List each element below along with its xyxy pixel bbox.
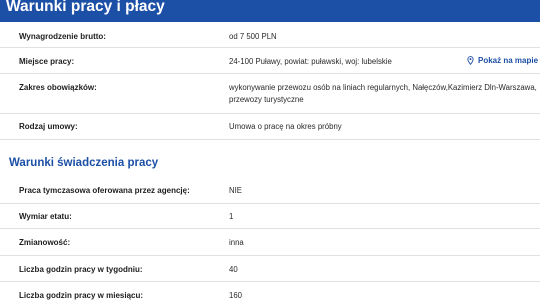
section-header-bar: Warunki pracy i płacy — [0, 0, 540, 22]
row-contract: Rodzaj umowy: Umowa o pracę na okres pró… — [0, 114, 540, 140]
show-on-map-label: Pokaż na mapie — [478, 56, 539, 65]
map-pin-icon — [467, 56, 474, 65]
duties-label: Zakres obowiązków: — [19, 83, 97, 92]
row-temporary-work: Praca tymczasowa oferowana przez agencję… — [0, 177, 540, 204]
duties-value-line1: wykonywanie przewozu osób na liniach reg… — [229, 83, 537, 92]
contract-value: Umowa o pracę na okres próbny — [229, 122, 342, 131]
monthly-hours-label: Liczba godzin pracy w miesiącu: — [19, 291, 144, 300]
row-salary: Wynagrodzenie brutto: od 7 500 PLN — [0, 26, 540, 48]
row-duties: Zakres obowiązków: wykonywanie przewozu … — [0, 74, 540, 114]
monthly-hours-value: 160 — [229, 291, 243, 300]
row-location: Miejsce pracy: 24-100 Puławy, powiat: pu… — [0, 48, 540, 74]
shift-label: Zmianowość: — [19, 238, 71, 247]
row-shift: Zmianowość: inna — [0, 229, 540, 256]
salary-value: od 7 500 PLN — [229, 32, 277, 41]
weekly-hours-label: Liczba godzin pracy w tygodniu: — [19, 265, 143, 274]
duties-value-line2: przewozy turystyczne — [229, 95, 304, 104]
row-weekly-hours: Liczba godzin pracy w tygodniu: 40 — [0, 256, 540, 282]
temporary-work-label: Praca tymczasowa oferowana przez agencję… — [19, 186, 190, 195]
salary-label: Wynagrodzenie brutto: — [19, 32, 106, 41]
weekly-hours-value: 40 — [229, 265, 238, 274]
row-fte: Wymiar etatu: 1 — [0, 204, 540, 229]
location-label: Miejsce pracy: — [19, 57, 75, 66]
fte-value: 1 — [229, 212, 234, 221]
row-monthly-hours: Liczba godzin pracy w miesiącu: 160 — [0, 282, 540, 306]
section-title-work-conditions: Warunki pracy i płacy — [6, 0, 165, 15]
location-value: 24-100 Puławy, powiat: puławski, woj: lu… — [229, 57, 392, 66]
shift-value: inna — [229, 238, 244, 247]
temporary-work-value: NIE — [229, 186, 242, 195]
section-title-employment-conditions: Warunki świadczenia pracy — [9, 157, 159, 169]
show-on-map-link[interactable]: Pokaż na mapie — [467, 56, 538, 65]
contract-label: Rodzaj umowy: — [19, 122, 78, 131]
fte-label: Wymiar etatu: — [19, 212, 72, 221]
